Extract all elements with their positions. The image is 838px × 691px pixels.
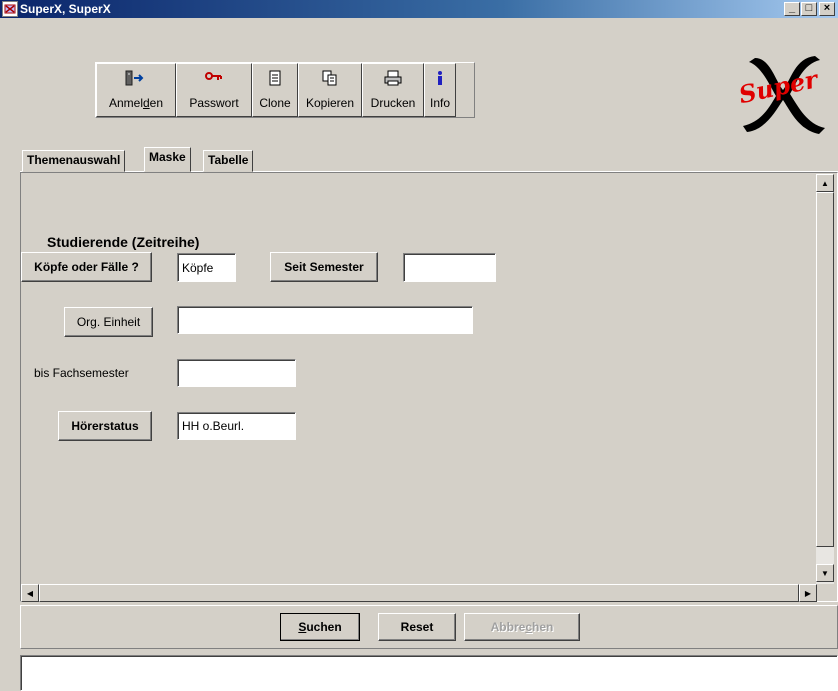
minimize-button[interactable]: _ <box>784 2 800 16</box>
clone-label: Clone <box>259 96 291 110</box>
print-button[interactable]: Drucken <box>362 63 424 117</box>
maximize-button[interactable]: □ <box>801 2 817 16</box>
cancel-label-mnemonic: c <box>525 620 532 634</box>
arrow-left-icon: ◀ <box>26 588 34 598</box>
document-icon <box>263 66 287 90</box>
clone-button[interactable]: Clone <box>252 63 298 117</box>
vertical-scroll-thumb[interactable] <box>816 192 834 547</box>
login-label-pre: Anmel <box>108 96 143 110</box>
copy-button[interactable]: Kopieren <box>298 63 362 117</box>
scroll-left-button[interactable]: ◀ <box>21 584 39 602</box>
info-label: Info <box>429 96 450 110</box>
status-area <box>20 655 838 691</box>
superx-logo: Super <box>735 50 830 135</box>
search-label-post: uchen <box>306 620 342 634</box>
password-label: Passwort <box>189 96 239 110</box>
koepfe-field[interactable]: Köpfe <box>177 253 236 282</box>
form-title: Studierende (Zeitreihe) <box>47 234 200 250</box>
login-label-mnemonic: d <box>142 96 150 110</box>
printer-icon <box>381 66 405 90</box>
bis-fachsemester-label: bis Fachsemester <box>34 366 129 380</box>
close-button[interactable]: × <box>819 2 835 16</box>
window-title: SuperX, SuperX <box>20 2 111 16</box>
cancel-label-post: hen <box>532 620 554 634</box>
org-einheit-field[interactable] <box>177 306 473 334</box>
search-label-mnemonic: S <box>298 620 307 634</box>
arrow-right-icon: ▶ <box>804 588 812 598</box>
main-toolbar: Anmelden Passwort Clone Kopieren Drucken… <box>95 62 475 118</box>
key-icon <box>202 66 226 90</box>
seit-semester-field[interactable] <box>403 253 496 282</box>
arrow-down-icon: ▼ <box>821 568 829 578</box>
cancel-label-pre: Abbre <box>490 620 526 634</box>
search-button[interactable]: Suchen <box>280 613 360 641</box>
bis-fachsemester-field[interactable] <box>177 359 296 387</box>
org-einheit-button[interactable]: Org. Einheit <box>64 307 153 337</box>
copy-label: Kopieren <box>305 96 355 110</box>
reset-button[interactable]: Reset <box>378 613 456 641</box>
info-icon <box>428 66 452 90</box>
hoererstatus-field[interactable]: HH o.Beurl. <box>177 412 296 440</box>
tab-tabelle[interactable]: Tabelle <box>203 150 254 172</box>
scroll-right-button[interactable]: ▶ <box>799 584 817 602</box>
seit-semester-button[interactable]: Seit Semester <box>270 252 378 282</box>
print-label: Drucken <box>370 96 416 110</box>
hoererstatus-button[interactable]: Hörerstatus <box>58 411 152 441</box>
title-bar[interactable] <box>0 0 838 18</box>
horizontal-scroll-thumb[interactable] <box>39 584 799 602</box>
login-button[interactable]: Anmelden <box>96 63 176 117</box>
arrow-up-icon: ▲ <box>821 178 829 188</box>
copy-icon <box>318 66 342 90</box>
cancel-button[interactable]: Abbre c hen <box>464 613 580 641</box>
tab-maske[interactable]: Maske <box>144 147 191 172</box>
info-button[interactable]: Info <box>424 63 456 117</box>
tab-themenauswahl[interactable]: Themenauswahl <box>22 150 126 172</box>
login-label-post: en <box>149 96 164 110</box>
app-icon[interactable] <box>2 1 18 17</box>
login-icon <box>124 66 148 90</box>
koepfe-oder-faelle-button[interactable]: Köpfe oder Fälle ? <box>21 252 152 282</box>
scroll-up-button[interactable]: ▲ <box>816 174 834 192</box>
scroll-down-button[interactable]: ▼ <box>816 564 834 582</box>
password-button[interactable]: Passwort <box>176 63 252 117</box>
